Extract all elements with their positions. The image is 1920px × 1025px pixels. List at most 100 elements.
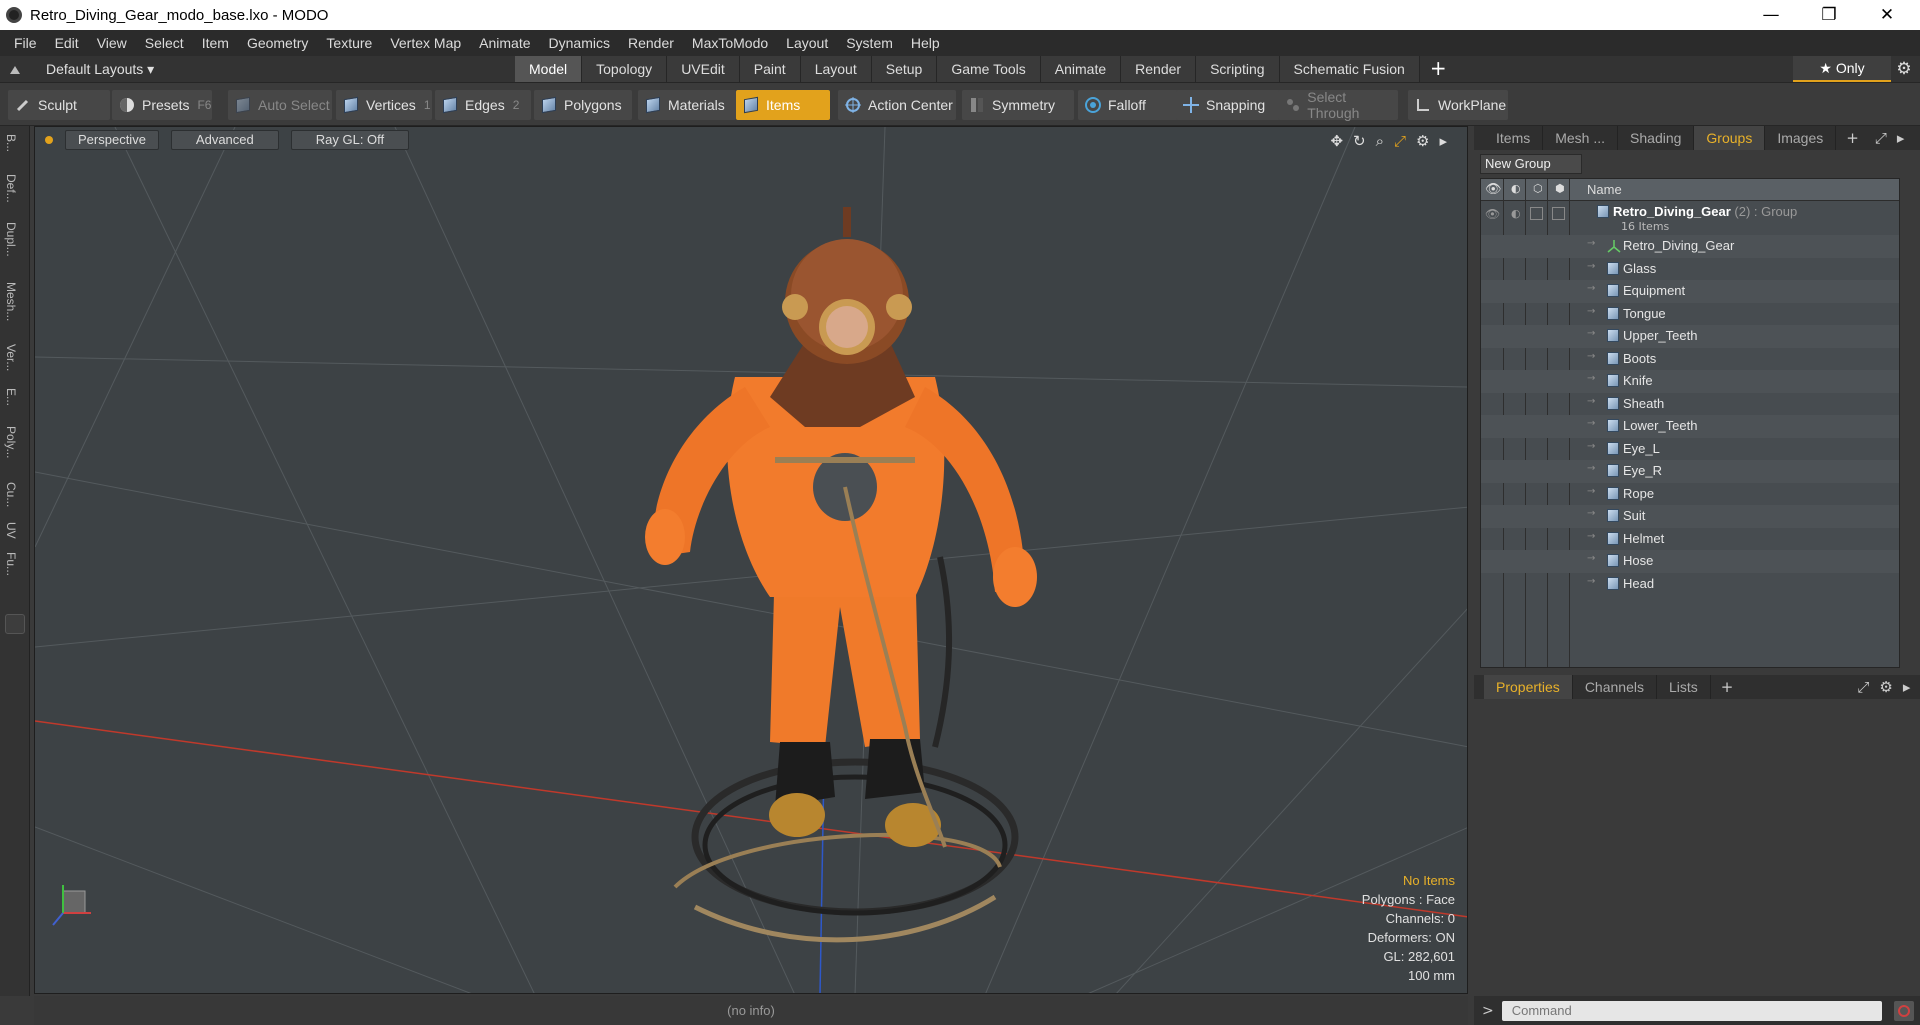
group-select-checkbox[interactable]: [1552, 207, 1565, 220]
close-button[interactable]: ✕: [1858, 0, 1916, 30]
list-item[interactable]: → Boots: [1481, 348, 1899, 371]
pan-icon[interactable]: ✥: [1330, 132, 1343, 150]
only-toggle[interactable]: ★ Only: [1793, 56, 1891, 82]
list-item[interactable]: → Hose: [1481, 550, 1899, 573]
tab-render[interactable]: Render: [1121, 56, 1197, 82]
record-macro-button[interactable]: [1894, 1000, 1914, 1021]
auto-select-button[interactable]: Auto Select: [228, 90, 332, 120]
vertices-button[interactable]: Vertices 1: [336, 90, 432, 120]
tab-paint[interactable]: Paint: [739, 56, 801, 82]
properties-more-icon[interactable]: ▸: [1903, 678, 1911, 696]
tab-images[interactable]: Images: [1765, 126, 1837, 150]
group-render-icon[interactable]: ◐: [1511, 207, 1521, 220]
add-panel-tab-button[interactable]: +: [1846, 129, 1859, 147]
sculpt-button[interactable]: Sculpt: [8, 90, 110, 120]
menu-render[interactable]: Render: [628, 35, 674, 51]
strip-tab-edge[interactable]: E...: [4, 388, 18, 406]
select-through-button[interactable]: Select Through: [1278, 89, 1398, 121]
strip-tab-polygon[interactable]: Poly...: [4, 426, 18, 458]
gear-icon[interactable]: ⚙: [1888, 56, 1920, 82]
tab-schematic-fusion[interactable]: Schematic Fusion: [1279, 56, 1420, 82]
strip-tab-basic[interactable]: B...: [4, 134, 18, 152]
menu-maxtomodo[interactable]: MaxToModo: [692, 35, 768, 51]
new-group-button[interactable]: New Group: [1480, 154, 1582, 174]
tab-game-tools[interactable]: Game Tools: [937, 56, 1041, 82]
list-item[interactable]: → Retro_Diving_Gear: [1481, 235, 1899, 258]
list-item[interactable]: → Tongue: [1481, 303, 1899, 326]
menu-help[interactable]: Help: [911, 35, 940, 51]
list-item[interactable]: → Helmet: [1481, 528, 1899, 551]
strip-tab-vertex[interactable]: Ver...: [4, 344, 18, 371]
falloff-button[interactable]: Falloff: [1078, 90, 1180, 120]
strip-tab-deform[interactable]: Def...: [4, 174, 18, 203]
action-center-button[interactable]: Action Center: [838, 90, 956, 120]
name-column-header[interactable]: Name: [1587, 182, 1622, 197]
tab-topology[interactable]: Topology: [582, 56, 668, 82]
viewport-menu-dot[interactable]: [45, 136, 53, 144]
3d-viewport[interactable]: Perspective Advanced Ray GL: Off ✥ ↻ ⌕ ⤢…: [34, 126, 1468, 994]
materials-button[interactable]: Materials: [638, 90, 736, 120]
tab-groups[interactable]: Groups: [1694, 126, 1766, 150]
tab-setup[interactable]: Setup: [871, 56, 938, 82]
list-item[interactable]: → Head: [1481, 573, 1899, 596]
rotate-icon[interactable]: ↻: [1353, 132, 1366, 150]
lock-column-icon[interactable]: ⬡: [1533, 182, 1543, 195]
tab-lists[interactable]: Lists: [1657, 675, 1711, 699]
maximize-button[interactable]: ❐: [1800, 0, 1858, 30]
add-properties-tab-button[interactable]: +: [1721, 678, 1734, 696]
visibility-column-icon[interactable]: 👁: [1485, 182, 1502, 197]
menu-file[interactable]: File: [14, 35, 37, 51]
command-input[interactable]: Command: [1501, 1000, 1882, 1021]
pin-icon[interactable]: [0, 56, 30, 82]
advanced-shading-button[interactable]: Advanced: [170, 130, 279, 150]
list-item[interactable]: → Equipment: [1481, 280, 1899, 303]
presets-button[interactable]: Presets F6: [112, 90, 212, 120]
tab-channels[interactable]: Channels: [1573, 675, 1657, 699]
menu-layout[interactable]: Layout: [786, 35, 828, 51]
workplane-button[interactable]: WorkPlane: [1408, 90, 1508, 120]
polygons-button[interactable]: Polygons: [534, 90, 632, 120]
list-item[interactable]: → Knife: [1481, 370, 1899, 393]
list-item[interactable]: → Upper_Teeth: [1481, 325, 1899, 348]
tab-mesh[interactable]: Mesh ...: [1543, 126, 1619, 150]
menu-geometry[interactable]: Geometry: [247, 35, 308, 51]
tab-shading[interactable]: Shading: [1618, 126, 1695, 150]
menu-view[interactable]: View: [97, 35, 127, 51]
group-row[interactable]: 👁 ◐ Retro_Diving_Gear (2) : Group 16 Ite…: [1481, 201, 1899, 235]
list-item[interactable]: → Sheath: [1481, 393, 1899, 416]
symmetry-button[interactable]: Symmetry: [962, 90, 1074, 120]
tab-items[interactable]: Items: [1484, 126, 1544, 150]
strip-tab-curve[interactable]: Cu...: [4, 482, 18, 507]
menu-item[interactable]: Item: [202, 35, 229, 51]
menu-edit[interactable]: Edit: [55, 35, 79, 51]
list-item[interactable]: → Eye_L: [1481, 438, 1899, 461]
menu-animate[interactable]: Animate: [479, 35, 530, 51]
menu-select[interactable]: Select: [145, 35, 184, 51]
zoom-icon[interactable]: ⌕: [1376, 132, 1384, 150]
menu-vertex-map[interactable]: Vertex Map: [390, 35, 461, 51]
snapping-button[interactable]: Snapping: [1176, 90, 1286, 120]
panel-more-icon[interactable]: ▸: [1897, 129, 1905, 147]
add-tab-button[interactable]: +: [1420, 56, 1457, 82]
group-visibility-icon[interactable]: 👁: [1485, 207, 1500, 221]
expand-panel-icon[interactable]: ⤢: [1875, 129, 1887, 147]
list-item[interactable]: → Lower_Teeth: [1481, 415, 1899, 438]
list-item[interactable]: → Eye_R: [1481, 460, 1899, 483]
strip-tab-fusion[interactable]: Fu...: [4, 552, 18, 576]
tab-animate[interactable]: Animate: [1040, 56, 1122, 82]
minimize-button[interactable]: —: [1742, 0, 1800, 30]
expand-properties-icon[interactable]: ⤢: [1857, 678, 1869, 696]
raygl-button[interactable]: Ray GL: Off: [290, 130, 410, 150]
tab-scripting[interactable]: Scripting: [1196, 56, 1280, 82]
strip-tab-duplicate[interactable]: Dupl...: [4, 222, 18, 257]
render-column-icon[interactable]: ◐: [1511, 182, 1521, 195]
default-layouts-dropdown[interactable]: Default Layouts ▾: [46, 61, 154, 78]
strip-tab-uv[interactable]: UV: [4, 522, 18, 539]
list-item[interactable]: → Glass: [1481, 258, 1899, 281]
list-item[interactable]: → Suit: [1481, 505, 1899, 528]
tab-properties[interactable]: Properties: [1484, 675, 1573, 699]
properties-settings-icon[interactable]: ⚙: [1879, 678, 1892, 696]
select-column-icon[interactable]: ⬢: [1555, 182, 1565, 195]
menu-dynamics[interactable]: Dynamics: [549, 35, 610, 51]
viewport-more-icon[interactable]: ▸: [1439, 132, 1447, 150]
